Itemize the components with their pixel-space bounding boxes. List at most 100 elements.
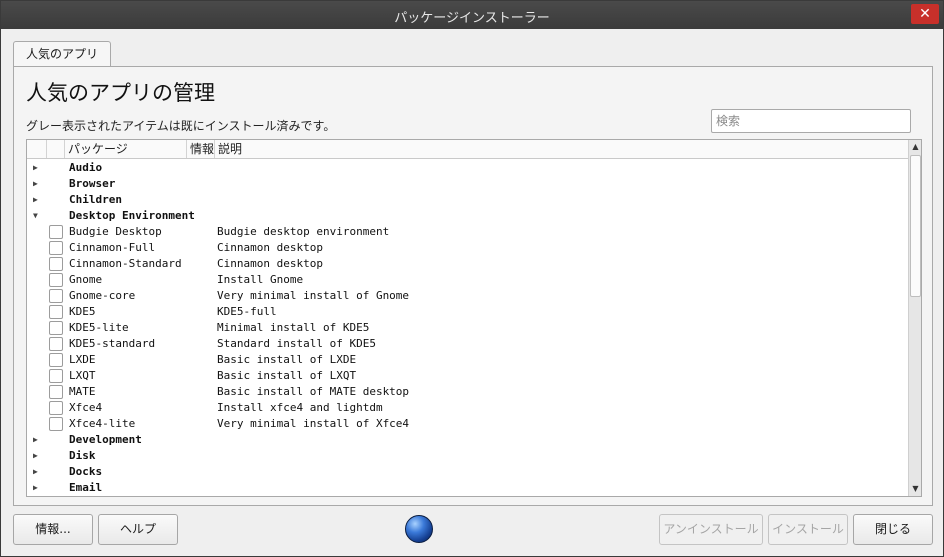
collapse-arrow-icon[interactable]: ▶	[33, 480, 43, 496]
page-title: 人気のアプリの管理	[26, 81, 215, 105]
package-checkbox[interactable]	[49, 257, 63, 271]
package-row[interactable]: Gnome-core Very minimal install of Gnome	[27, 288, 908, 304]
package-row[interactable]: MATE Basic install of MATE desktop	[27, 384, 908, 400]
package-description: Basic install of LXQT	[217, 369, 357, 382]
uninstall-button[interactable]: アンインストール	[659, 514, 763, 545]
package-name: MATE	[69, 385, 96, 398]
package-row[interactable]: Cinnamon-Standard Cinnamon desktop	[27, 256, 908, 272]
package-name: Gnome	[69, 273, 103, 286]
package-checkbox[interactable]	[49, 241, 63, 255]
tree-scrollbar[interactable]: ▲ ▼	[908, 140, 921, 496]
package-checkbox[interactable]	[49, 225, 63, 239]
package-name: KDE5	[69, 305, 96, 318]
package-description: Budgie desktop environment	[217, 225, 390, 238]
installed-hint-text: グレー表示されたアイテムは既にインストール済みです。	[26, 119, 336, 133]
package-name: LXDE	[69, 353, 96, 366]
package-checkbox[interactable]	[49, 273, 63, 287]
about-button[interactable]: 情報...	[13, 514, 93, 545]
package-row[interactable]: KDE5-lite Minimal install of KDE5	[27, 320, 908, 336]
collapse-arrow-icon[interactable]: ▶	[33, 160, 43, 176]
category-row[interactable]: ▶ Browser	[27, 176, 908, 192]
column-header-toggle[interactable]	[27, 140, 47, 158]
scroll-down-arrow-icon[interactable]: ▼	[909, 482, 921, 496]
package-row[interactable]: Budgie Desktop Budgie desktop environment	[27, 224, 908, 240]
help-button[interactable]: ヘルプ	[98, 514, 178, 545]
package-description: Install Gnome	[217, 273, 304, 286]
package-row[interactable]: Gnome Install Gnome	[27, 272, 908, 288]
category-row[interactable]: ▶ Children	[27, 192, 908, 208]
package-description: Cinnamon desktop	[217, 241, 323, 254]
scroll-up-arrow-icon[interactable]: ▲	[909, 140, 921, 154]
collapse-arrow-icon[interactable]: ▶	[33, 432, 43, 448]
collapse-arrow-icon[interactable]: ▶	[33, 464, 43, 480]
package-row[interactable]: LXDE Basic install of LXDE	[27, 352, 908, 368]
package-description: Minimal install of KDE5	[217, 321, 370, 334]
package-name: Xfce4-lite	[69, 417, 136, 430]
package-name: Development	[69, 433, 142, 446]
title-bar: パッケージインストーラー ✕	[1, 1, 943, 29]
package-row[interactable]: KDE5 KDE5-full	[27, 304, 908, 320]
package-tree: パッケージ 情報 説明 ▶ Audio ▶ Browser ▶ Children ▼ Desk…	[26, 139, 922, 497]
package-name: Browser	[69, 177, 116, 190]
package-row[interactable]: Cinnamon-Full Cinnamon desktop	[27, 240, 908, 256]
package-description: Install xfce4 and lightdm	[217, 401, 383, 414]
package-row[interactable]: Xfce4 Install xfce4 and lightdm	[27, 400, 908, 416]
collapse-arrow-icon[interactable]: ▶	[33, 448, 43, 464]
package-row[interactable]: Xfce4-lite Very minimal install of Xfce4	[27, 416, 908, 432]
package-checkbox[interactable]	[49, 321, 63, 335]
package-checkbox[interactable]	[49, 417, 63, 431]
globe-icon	[405, 515, 433, 543]
package-description: Cinnamon desktop	[217, 257, 323, 270]
package-description: Standard install of KDE5	[217, 337, 376, 350]
package-name: Disk	[69, 449, 96, 462]
package-checkbox[interactable]	[49, 369, 63, 383]
category-row[interactable]: ▶ Email	[27, 480, 908, 496]
tree-rows: ▶ Audio ▶ Browser ▶ Children ▼ Desktop Environm…	[27, 160, 908, 496]
column-header-check[interactable]	[47, 140, 65, 158]
package-checkbox[interactable]	[49, 305, 63, 319]
package-name: LXQT	[69, 369, 96, 382]
package-checkbox[interactable]	[49, 401, 63, 415]
package-name: Docks	[69, 465, 103, 478]
package-checkbox[interactable]	[49, 289, 63, 303]
package-name: Children	[69, 193, 122, 206]
package-row[interactable]: LXQT Basic install of LXQT	[27, 368, 908, 384]
package-name: Cinnamon-Standard	[69, 257, 182, 270]
package-description: Very minimal install of Gnome	[217, 289, 410, 302]
tree-header: パッケージ 情報 説明	[27, 140, 908, 159]
package-name: Gnome-core	[69, 289, 136, 302]
close-button[interactable]: 閉じる	[853, 514, 933, 545]
install-button[interactable]: インストール	[768, 514, 848, 545]
category-row[interactable]: ▶ Disk	[27, 448, 908, 464]
package-description: Basic install of LXDE	[217, 353, 357, 366]
category-row[interactable]: ▶ Audio	[27, 160, 908, 176]
package-name: Desktop Environment	[69, 209, 195, 222]
collapse-arrow-icon[interactable]: ▶	[33, 176, 43, 192]
column-header-package[interactable]: パッケージ	[65, 140, 187, 158]
package-name: Email	[69, 481, 103, 494]
column-header-info[interactable]: 情報	[187, 140, 215, 158]
package-row[interactable]: KDE5-standard Standard install of KDE5	[27, 336, 908, 352]
package-checkbox[interactable]	[49, 337, 63, 351]
search-input[interactable]	[711, 109, 911, 133]
expand-arrow-icon[interactable]: ▼	[33, 208, 43, 224]
tab-bar: 人気のアプリ	[13, 41, 112, 67]
scroll-thumb[interactable]	[910, 155, 921, 297]
collapse-arrow-icon[interactable]: ▶	[33, 192, 43, 208]
window-close-button[interactable]: ✕	[911, 4, 939, 24]
package-name: Xfce4	[69, 401, 103, 414]
package-name: KDE5-lite	[69, 321, 129, 334]
column-header-description[interactable]: 説明	[215, 140, 908, 158]
window-title: パッケージインストーラー	[394, 11, 550, 26]
package-description: KDE5-full	[217, 305, 277, 318]
package-checkbox[interactable]	[49, 385, 63, 399]
package-name: Cinnamon-Full	[69, 241, 156, 254]
category-row[interactable]: ▶ Docks	[27, 464, 908, 480]
tab-popular-apps[interactable]: 人気のアプリ	[13, 41, 112, 67]
category-row[interactable]: ▼ Desktop Environment	[27, 208, 908, 224]
category-row[interactable]: ▶ Development	[27, 432, 908, 448]
package-name: KDE5-standard	[69, 337, 156, 350]
package-description: Basic install of MATE desktop	[217, 385, 410, 398]
package-checkbox[interactable]	[49, 353, 63, 367]
package-name: Budgie Desktop	[69, 225, 162, 238]
